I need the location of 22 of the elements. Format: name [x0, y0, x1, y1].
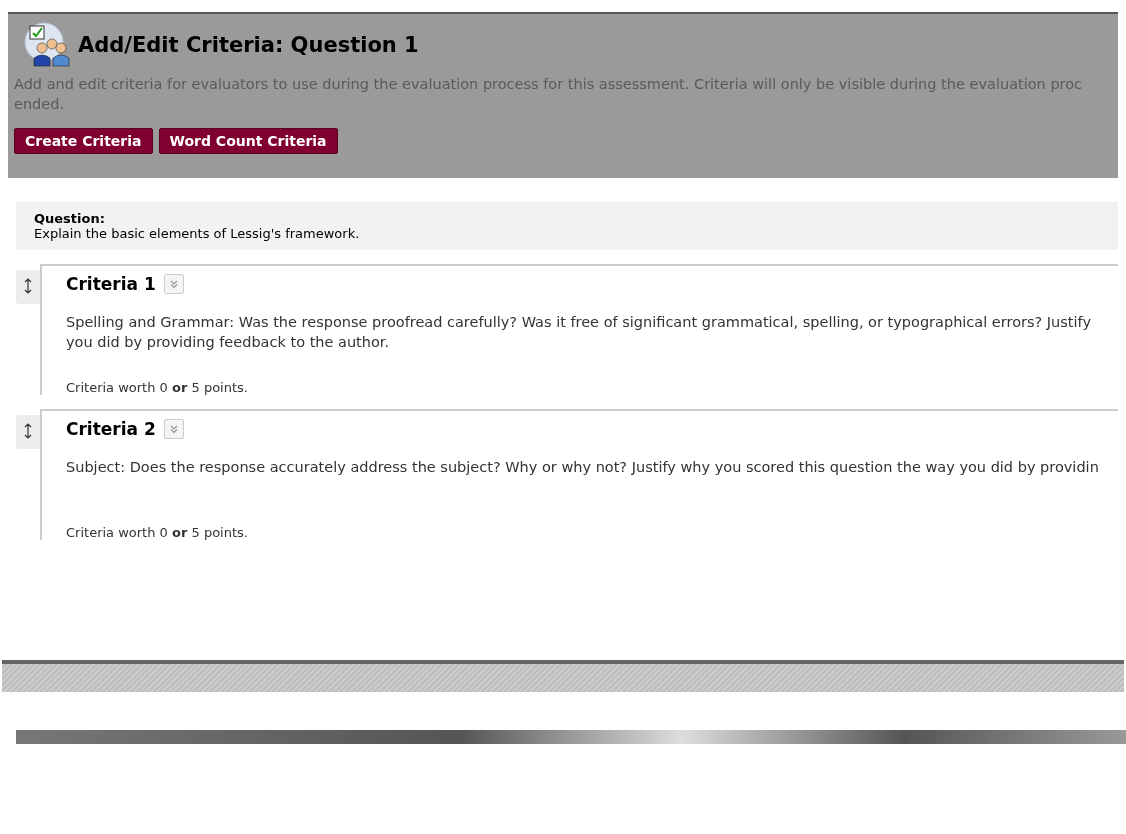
- drag-handle[interactable]: [16, 415, 40, 449]
- chevron-down-icon: [168, 424, 179, 434]
- criteria-points: Criteria worth 0 or 5 points.: [66, 380, 249, 395]
- page-description: Add and edit criteria for evaluators to use during the evaluation process for this assessment. Criteria will only be visible during the evaluation proc: [14, 75, 1084, 94]
- chevron-menu-button[interactable]: [163, 274, 184, 294]
- vertical-arrows-icon: [24, 278, 32, 294]
- drag-handle[interactable]: [16, 270, 40, 304]
- page-description: ended.: [14, 95, 66, 114]
- criteria-title: Criteria 2: [66, 419, 156, 439]
- question-text: Explain the basic elements of Lessig's framework.: [34, 226, 361, 241]
- chevron-menu-button[interactable]: [163, 419, 184, 439]
- chevron-down-icon: [168, 279, 179, 289]
- criteria-description: Subject: Does the response accurately address the subject? Why or why not? Justify why you scored this question the way you did by providin: [66, 458, 1100, 477]
- question-label: Question:: [34, 211, 106, 226]
- action-button[interactable]: Create Criteria: [14, 128, 153, 154]
- criteria-description: Spelling and Grammar: Was the response proofread carefully? Was it free of significant grammatical, spelling, or typographical errors? Justify: [66, 313, 1092, 332]
- page-title: Add/Edit Criteria: Question 1: [78, 33, 419, 57]
- criteria-description: you did by providing feedback to the author.: [66, 333, 391, 352]
- vertical-arrows-icon: [24, 423, 32, 439]
- criteria-title: Criteria 1: [66, 274, 156, 294]
- action-button[interactable]: Word Count Criteria: [158, 128, 338, 154]
- criteria-points: Criteria worth 0 or 5 points.: [66, 525, 249, 540]
